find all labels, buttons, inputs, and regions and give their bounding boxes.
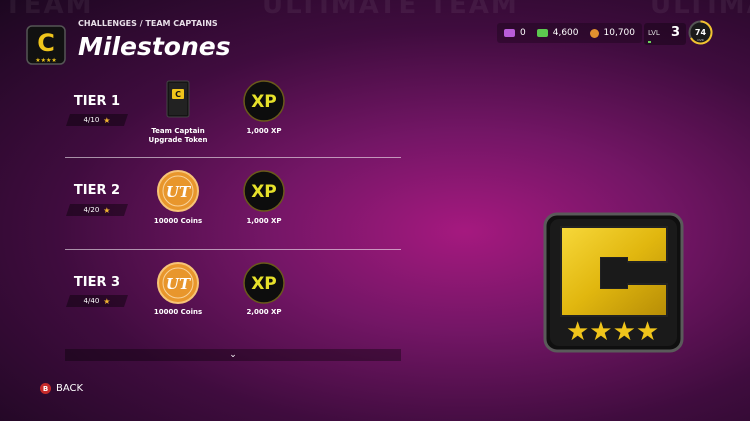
tier-row[interactable]: TIER 1 4/10 ★ C Team Captain Upgrade Toke… [65, 66, 401, 158]
tier-progress-value: 4/10 [83, 116, 100, 124]
tier-label: TIER 3 [73, 275, 121, 290]
training-points-value: 0 [520, 28, 526, 38]
cash-value: 4,600 [552, 28, 579, 38]
coin-value: 10,700 [603, 28, 636, 38]
svg-text:XP: XP [251, 182, 277, 202]
back-label: BACK [56, 383, 84, 394]
background-word: TEAM [4, 0, 94, 20]
reward-label: Team Captain Upgrade Token [148, 127, 208, 144]
svg-text:UT: UT [166, 183, 192, 201]
b-button-icon: B [40, 383, 51, 394]
tier-label: TIER 2 [73, 183, 121, 198]
tier-row[interactable]: TIER 3 4/40 ★ UT 10000 Coins XP 2,000 XP [65, 250, 401, 342]
reward-label: 1,000 XP [246, 127, 282, 135]
ovr-rating-icon: 74 OVR [688, 20, 713, 45]
team-captain-upgrade-token-icon: C [166, 80, 190, 118]
level-label: LVL [648, 29, 660, 37]
scroll-down-button[interactable]: ⌄ [65, 349, 401, 361]
svg-text:UT: UT [166, 275, 192, 293]
svg-text:XP: XP [251, 274, 277, 294]
tier-row[interactable]: TIER 2 4/20 ★ UT 10000 Coins XP 1,000 XP [65, 158, 401, 250]
ut-coins-icon: UT [157, 170, 199, 212]
svg-text:74: 74 [695, 28, 707, 37]
tier-label: TIER 1 [73, 94, 121, 109]
coin-icon [589, 28, 599, 38]
reward-item: XP 1,000 XP [224, 80, 304, 160]
page-title: Milestones [78, 32, 231, 61]
chevron-down-icon: ⌄ [229, 350, 237, 360]
tier-progress-value: 4/20 [83, 206, 100, 214]
level-indicator: LVL 3 [644, 23, 686, 45]
svg-text:OVR: OVR [697, 38, 703, 42]
level-value: 3 [671, 25, 681, 40]
reward-label: 10000 Coins [153, 217, 203, 225]
svg-text:C: C [175, 90, 181, 99]
tier-progress: 4/10 ★ [66, 114, 128, 126]
background-word: ULTIMATE [650, 0, 750, 20]
reward-item: UT 10000 Coins [138, 170, 218, 250]
reward-item: C Team Captain Upgrade Token [138, 80, 218, 160]
tier-progress-value: 4/40 [83, 297, 100, 305]
svg-text:★★★★: ★★★★ [35, 57, 57, 64]
reward-label: 10000 Coins [153, 308, 203, 316]
ut-coins-icon: UT [157, 262, 199, 304]
xp-icon: XP [243, 170, 285, 212]
tier-progress: 4/40 ★ [66, 295, 128, 307]
training-points-icon [504, 29, 515, 37]
reward-item: UT 10000 Coins [138, 262, 218, 342]
star-icon: ★ [103, 205, 111, 215]
reward-label: 1,000 XP [246, 217, 282, 225]
reward-item: XP 2,000 XP [224, 262, 304, 342]
tier-progress: 4/20 ★ [66, 204, 128, 216]
reward-item: XP 1,000 XP [224, 170, 304, 250]
svg-text:XP: XP [251, 92, 277, 112]
currency-bar: 0 4,600 10,700 [497, 23, 642, 43]
svg-text:★★★★: ★★★★ [566, 317, 659, 347]
xp-icon: XP [243, 80, 285, 122]
reward-label: 2,000 XP [246, 308, 282, 316]
team-captain-badge-large-icon: ★★★★ [543, 212, 684, 353]
svg-text:C: C [37, 29, 55, 57]
star-icon: ★ [103, 115, 111, 125]
star-icon: ★ [103, 296, 111, 306]
background-word: ULTIMATE TEAM [262, 0, 519, 20]
coins-cash-icon [536, 29, 548, 37]
breadcrumb: CHALLENGES / TEAM CAPTAINS [78, 19, 218, 28]
team-captain-badge-icon: C ★★★★ [26, 25, 66, 65]
xp-icon: XP [243, 262, 285, 304]
back-button[interactable]: B BACK [40, 383, 83, 394]
level-progress-bar [648, 41, 652, 43]
